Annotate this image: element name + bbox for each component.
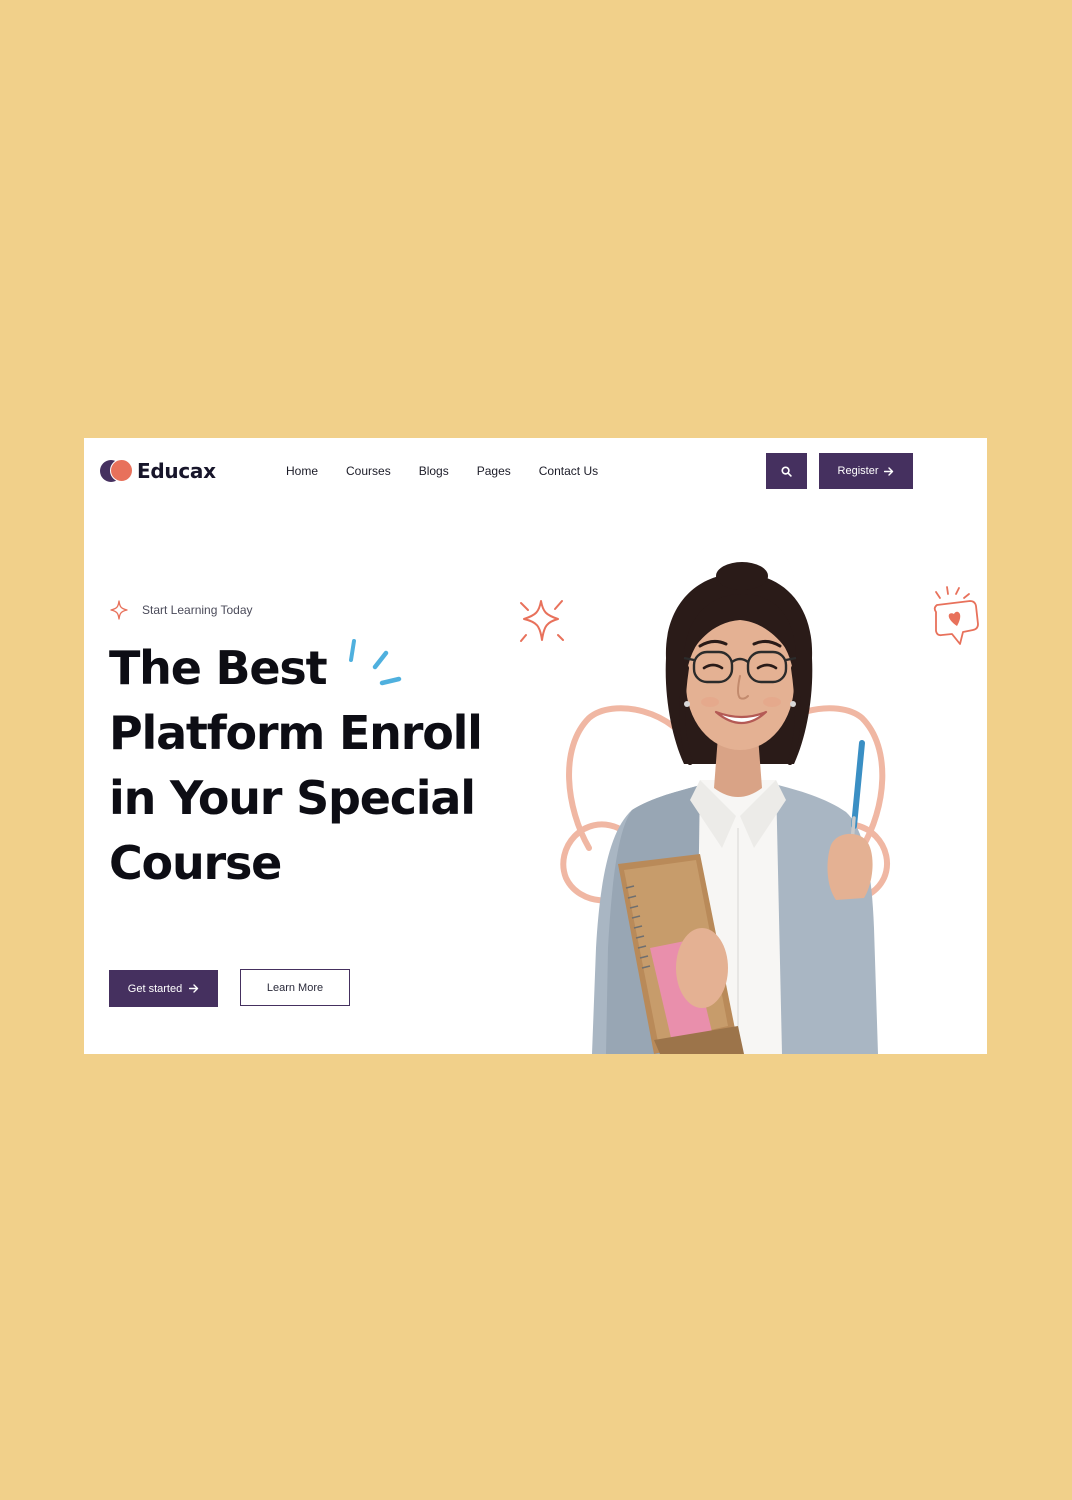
- search-icon: [781, 465, 792, 477]
- hero-title-line-1: The Best: [109, 641, 328, 695]
- register-button[interactable]: Register: [819, 453, 913, 489]
- main-nav: Home Courses Blogs Pages Contact Us: [286, 464, 626, 478]
- splash-decoration-icon: [349, 639, 402, 686]
- nav-contact-us[interactable]: Contact Us: [539, 464, 598, 478]
- hero-eyebrow: Start Learning Today: [110, 600, 253, 620]
- register-label: Register: [837, 465, 879, 477]
- hero-title-line-2: Platform Enroll: [109, 706, 483, 760]
- hero-illustration: [520, 562, 979, 1054]
- hero-title-line-4: Course: [109, 836, 282, 890]
- get-started-label: Get started: [127, 982, 183, 995]
- sparkle-icon: [110, 600, 128, 620]
- hero-title: The Best Platform Enroll in Your Special…: [109, 636, 529, 896]
- learn-more-label: Learn More: [266, 981, 324, 994]
- arrow-right-icon: [884, 466, 894, 476]
- arrow-right-icon: [189, 984, 199, 993]
- nav-pages[interactable]: Pages: [477, 464, 511, 478]
- logo-text: Educax: [137, 459, 216, 483]
- landing-page: Educax Home Courses Blogs Pages Contact …: [84, 438, 987, 1054]
- logo-icon: [100, 459, 134, 483]
- get-started-button[interactable]: Get started: [109, 970, 218, 1007]
- logo[interactable]: Educax: [100, 458, 216, 484]
- sparkle-star-icon: [520, 600, 564, 642]
- nav-courses[interactable]: Courses: [346, 464, 391, 478]
- eyebrow-text: Start Learning Today: [142, 603, 253, 617]
- hero-title-line-3: in Your Special: [109, 771, 476, 825]
- learn-more-button[interactable]: Learn More: [240, 969, 350, 1006]
- heart-chat-icon: [933, 586, 979, 645]
- nav-home[interactable]: Home: [286, 464, 318, 478]
- nav-blogs[interactable]: Blogs: [419, 464, 449, 478]
- search-button[interactable]: [766, 453, 807, 489]
